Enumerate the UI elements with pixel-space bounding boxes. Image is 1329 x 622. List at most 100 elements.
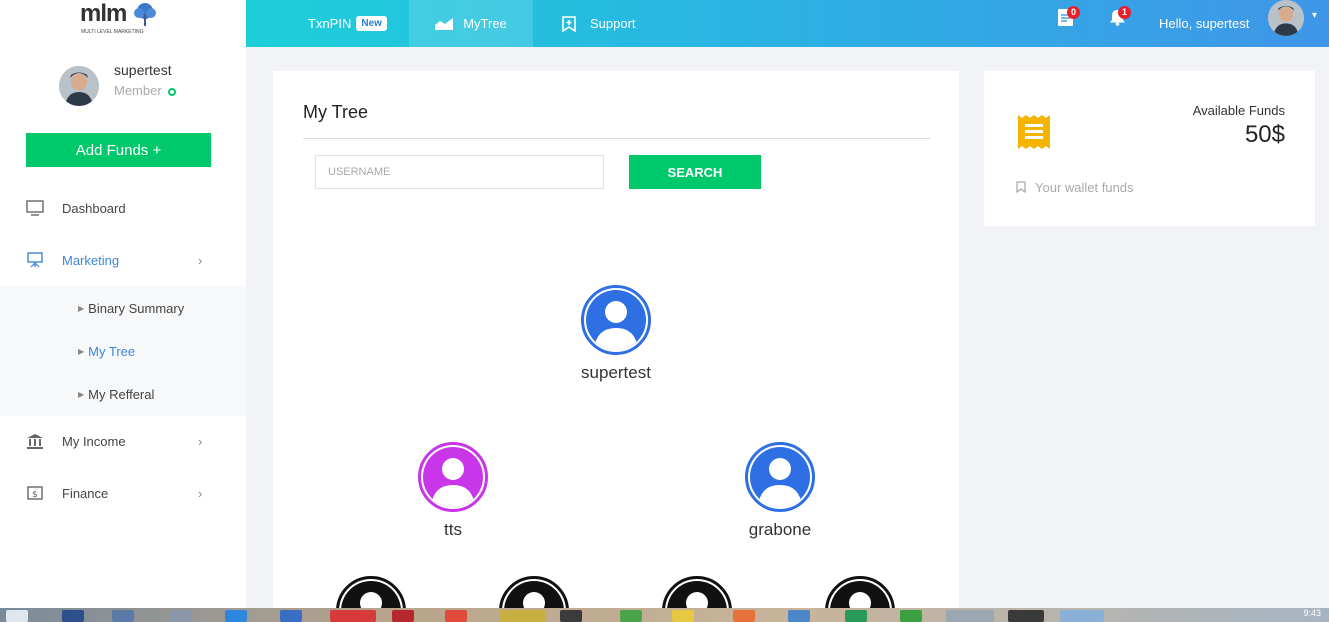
bank-icon: [27, 434, 43, 449]
documents-button[interactable]: 0: [1058, 6, 1082, 28]
nav-mytree-label: MyTree: [463, 16, 507, 31]
taskbar-app-icon[interactable]: [112, 610, 134, 622]
user-silhouette-icon: [594, 301, 638, 350]
taskbar-app-icon[interactable]: [225, 610, 247, 622]
chevron-down-icon[interactable]: ▾: [1312, 10, 1317, 21]
funds-label: Available Funds: [1192, 103, 1285, 118]
nav-txnpin[interactable]: TxnPIN New: [308, 0, 387, 47]
submenu-item-label: My Refferal: [88, 387, 155, 402]
funds-subtitle-text: Your wallet funds: [1035, 180, 1134, 195]
taskbar-app-icon[interactable]: [445, 610, 467, 622]
sidebar-item-dashboard[interactable]: Dashboard: [0, 188, 246, 228]
taskbar-app-icon[interactable]: [672, 610, 694, 622]
windows-start-icon[interactable]: [6, 610, 28, 622]
my-tree-card: My Tree SEARCH supertest tts grabone: [273, 71, 959, 622]
taskbar-app-icon[interactable]: [620, 610, 642, 622]
taskbar-app-icon[interactable]: [845, 610, 867, 622]
submenu-item-label: My Tree: [88, 344, 136, 359]
taskbar-app-icon[interactable]: [560, 610, 582, 622]
taskbar-app-icon[interactable]: [946, 610, 994, 622]
chart-area-icon: [435, 17, 454, 30]
presentation-icon: [27, 252, 43, 268]
tree-node-avatar: [581, 285, 651, 355]
user-silhouette-icon: [431, 458, 475, 507]
taskbar-app-icon[interactable]: [788, 610, 810, 622]
search-button[interactable]: SEARCH: [629, 155, 761, 189]
chevron-right-icon: ›: [198, 433, 203, 449]
taskbar-app-icon[interactable]: [392, 610, 414, 622]
top-navbar: TxnPIN New MyTree Support 0 1 Hello, sup…: [246, 0, 1329, 47]
brand-tagline: MULTI LEVEL MARKETING: [81, 29, 144, 35]
bookmark-plus-icon: [562, 15, 576, 32]
avatar-photo-icon: [59, 66, 99, 106]
taskbar-app-icon[interactable]: [733, 610, 755, 622]
funds-value: 50$: [1244, 121, 1285, 148]
receipt-icon: [1018, 115, 1050, 149]
nav-support[interactable]: Support: [562, 0, 636, 47]
notifications-button[interactable]: 1: [1109, 6, 1133, 28]
submenu-item-label: Binary Summary: [88, 301, 185, 316]
tree-logo-icon: [134, 3, 156, 26]
user-menu-avatar[interactable]: [1268, 0, 1304, 36]
taskbar-app-icon[interactable]: [170, 610, 192, 622]
taskbar-app-icon[interactable]: [1008, 610, 1044, 622]
avatar-photo-icon: [1268, 0, 1304, 36]
submenu-item-binary-summary[interactable]: ▶ Binary Summary: [78, 301, 184, 316]
monitor-icon: [26, 200, 44, 216]
tree-node-avatar: [745, 442, 815, 512]
os-taskbar: 9:43: [0, 608, 1329, 622]
chevron-right-icon: ›: [198, 485, 203, 501]
nav-mytree[interactable]: MyTree: [409, 0, 533, 47]
page-title: My Tree: [303, 102, 369, 122]
sidebar: mlm MULTI LEVEL MARKETING supertest Memb…: [0, 0, 246, 608]
tree-node-label: supertest: [581, 363, 651, 382]
caret-right-icon: ▶: [78, 390, 85, 399]
taskbar-app-icon[interactable]: [62, 610, 84, 622]
tree-node-supertest[interactable]: supertest: [556, 285, 676, 384]
svg-text:$: $: [32, 490, 38, 500]
tree-node-label: tts: [444, 520, 462, 539]
documents-count-badge: 0: [1067, 6, 1080, 19]
taskbar-app-icon[interactable]: [500, 610, 546, 622]
taskbar-opera-icon[interactable]: [330, 610, 376, 622]
submenu-item-my-refferal[interactable]: ▶ My Refferal: [78, 387, 154, 402]
dollar-note-icon: $: [27, 486, 43, 500]
profile-name: supertest: [114, 62, 172, 78]
notifications-count-badge: 1: [1118, 6, 1131, 19]
new-badge: New: [356, 16, 387, 31]
tree-node-avatar: [418, 442, 488, 512]
title-divider: [303, 138, 930, 139]
marketing-submenu: ▶ Binary Summary ▶ My Tree ▶ My Refferal: [0, 286, 246, 416]
username-search-input[interactable]: [315, 155, 604, 189]
sidebar-item-label: My Income: [62, 433, 126, 449]
user-silhouette-icon: [758, 458, 802, 507]
bookmark-icon: [1016, 181, 1026, 194]
tree-node-tts[interactable]: tts: [393, 442, 513, 541]
sidebar-item-marketing[interactable]: Marketing ›: [0, 240, 246, 280]
caret-right-icon: ▶: [78, 304, 85, 313]
available-funds-card: Available Funds 50$ Your wallet funds: [984, 71, 1315, 226]
user-greeting[interactable]: Hello, supertest: [1159, 0, 1249, 47]
sidebar-item-my-income[interactable]: My Income ›: [0, 421, 246, 461]
taskbar-clock: 9:43: [1303, 608, 1321, 618]
profile-role: Member: [114, 83, 176, 98]
taskbar-app-icon[interactable]: [1060, 610, 1104, 622]
online-status-icon: [167, 87, 176, 96]
nav-txnpin-label: TxnPIN: [308, 16, 352, 31]
taskbar-app-icon[interactable]: [900, 610, 922, 622]
chevron-right-icon: ›: [198, 252, 203, 268]
profile-avatar[interactable]: [59, 66, 99, 106]
nav-support-label: Support: [590, 16, 636, 31]
brand-name: mlm: [80, 0, 127, 27]
brand-logo[interactable]: mlm MULTI LEVEL MARKETING: [80, 0, 160, 36]
sidebar-item-label: Dashboard: [62, 200, 126, 216]
submenu-item-my-tree[interactable]: ▶ My Tree: [78, 344, 135, 359]
sidebar-item-finance[interactable]: $ Finance ›: [0, 473, 246, 513]
funds-subtitle: Your wallet funds: [1016, 180, 1134, 195]
add-funds-button[interactable]: Add Funds +: [26, 133, 211, 167]
caret-right-icon: ▶: [78, 347, 85, 356]
tree-node-label: grabone: [748, 520, 812, 539]
sidebar-item-label: Marketing: [62, 252, 120, 268]
taskbar-app-icon[interactable]: [280, 610, 302, 622]
tree-node-grabone[interactable]: grabone: [720, 442, 840, 541]
